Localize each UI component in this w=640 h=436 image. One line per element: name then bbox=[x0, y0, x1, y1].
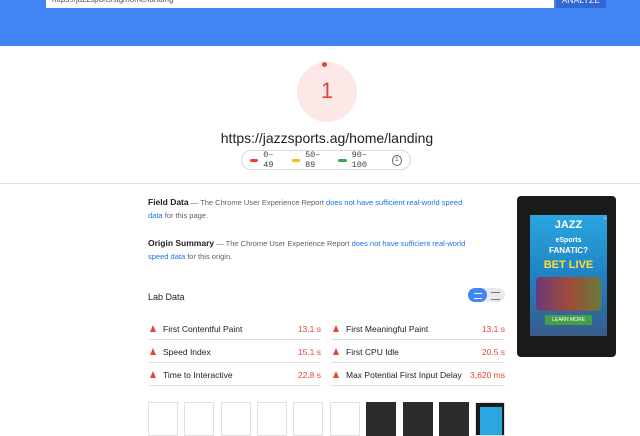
filmstrip-frame-content bbox=[480, 407, 502, 435]
analyze-button[interactable]: ANALYZE bbox=[556, 0, 606, 8]
ad-cta-text: BET LIVE bbox=[543, 259, 594, 271]
warning-triangle-icon bbox=[150, 371, 156, 378]
expanded-view-icon[interactable] bbox=[491, 292, 500, 300]
metric-value: 13.1 s bbox=[481, 323, 505, 334]
filmstrip-frame bbox=[184, 402, 214, 436]
ad-brand: JAZZ bbox=[554, 219, 583, 231]
legend-swatch-green bbox=[338, 158, 347, 162]
metric-label: First Contentful Paint bbox=[163, 323, 243, 334]
legend-swatch-red bbox=[250, 158, 259, 162]
lab-data-title: Lab Data bbox=[148, 292, 185, 302]
metric-speed-index: Speed Index 15.1 s bbox=[148, 341, 321, 363]
compact-view-icon bbox=[474, 293, 482, 299]
ad-line2: FANATIC? bbox=[549, 246, 588, 255]
filmstrip bbox=[148, 402, 508, 436]
metric-label: Time to Interactive bbox=[163, 369, 233, 380]
metric-value: 13.1 s bbox=[297, 323, 321, 334]
metric-first-contentful-paint: First Contentful Paint 13.1 s bbox=[148, 318, 321, 340]
toggle-compact-option[interactable] bbox=[468, 288, 487, 302]
filmstrip-frame bbox=[475, 402, 505, 436]
field-data-prefix: — The Chrome User Experience Report bbox=[188, 198, 327, 207]
score-legend: 0–49 50–89 90–100 i bbox=[241, 150, 411, 170]
ad-close-icon: ✕ bbox=[603, 216, 608, 222]
legend-swatch-orange bbox=[291, 158, 301, 162]
top-header-bar: ANALYZE bbox=[0, 0, 640, 46]
field-data-title: Field Data bbox=[148, 197, 189, 207]
legend-item-poor: 0–49 bbox=[250, 150, 282, 170]
metric-label: Speed Index bbox=[163, 346, 211, 357]
filmstrip-frame bbox=[403, 402, 433, 436]
legend-item-average: 50–89 bbox=[291, 150, 329, 170]
warning-triangle-icon bbox=[150, 325, 156, 332]
origin-summary-section: Origin Summary — The Chrome User Experie… bbox=[148, 237, 478, 263]
filmstrip-frame bbox=[221, 402, 251, 436]
legend-label: 90–100 bbox=[351, 150, 367, 170]
metric-label: First CPU Idle bbox=[346, 346, 399, 357]
field-data-section: Field Data — The Chrome User Experience … bbox=[148, 196, 478, 222]
filmstrip-frame bbox=[257, 402, 287, 436]
metric-label: First Meaningful Paint bbox=[346, 323, 429, 334]
filmstrip-frame bbox=[148, 402, 178, 436]
legend-label: 0–49 bbox=[263, 150, 274, 170]
origin-summary-prefix: — The Chrome User Experience Report bbox=[214, 239, 352, 248]
ad-line1: eSports bbox=[555, 237, 582, 244]
metric-first-meaningful-paint: First Meaningful Paint 13.1 s bbox=[331, 318, 505, 340]
final-screenshot-phone: JAZZ eSports FANATIC? BET LIVE LEARN MOR… bbox=[517, 196, 616, 357]
filmstrip-frame bbox=[293, 402, 323, 436]
warning-triangle-icon bbox=[333, 371, 339, 378]
metric-value: 22.8 s bbox=[297, 369, 321, 380]
performance-score-gauge: 1 bbox=[297, 62, 357, 122]
ad-screenshot: JAZZ eSports FANATIC? BET LIVE LEARN MOR… bbox=[530, 215, 607, 336]
origin-summary-title: Origin Summary bbox=[148, 238, 215, 248]
legend-item-good: 90–100 bbox=[338, 150, 379, 170]
ad-learn-more-button: LEARN MORE bbox=[545, 315, 592, 325]
metric-max-potential-fid: Max Potential First Input Delay 3,620 ms bbox=[331, 364, 505, 386]
filmstrip-frame bbox=[366, 402, 396, 436]
metric-time-to-interactive: Time to Interactive 22.8 s bbox=[148, 364, 321, 386]
metric-value: 20.5 s bbox=[481, 346, 505, 357]
url-input[interactable] bbox=[46, 0, 554, 8]
warning-triangle-icon bbox=[150, 348, 156, 355]
metric-label: Max Potential First Input Delay bbox=[346, 369, 462, 380]
metrics-view-toggle[interactable] bbox=[468, 288, 505, 302]
ad-characters-image bbox=[536, 277, 601, 311]
metric-value: 15.1 s bbox=[297, 346, 321, 357]
gauge-marker bbox=[322, 62, 327, 67]
field-data-suffix: for this page. bbox=[162, 211, 209, 220]
warning-triangle-icon bbox=[333, 325, 339, 332]
info-icon[interactable]: i bbox=[391, 154, 402, 166]
analyzed-page-url: https://jazzsports.ag/home/landing bbox=[220, 130, 434, 146]
performance-score: 1 bbox=[320, 78, 334, 103]
metric-first-cpu-idle: First CPU Idle 20.5 s bbox=[331, 341, 505, 363]
legend-label: 50–89 bbox=[305, 150, 321, 170]
filmstrip-frame bbox=[330, 402, 360, 436]
warning-triangle-icon bbox=[333, 348, 339, 355]
filmstrip-frame bbox=[439, 402, 469, 436]
section-divider bbox=[0, 183, 640, 184]
origin-summary-suffix: for this origin. bbox=[185, 252, 233, 261]
metric-value: 3,620 ms bbox=[470, 369, 505, 380]
